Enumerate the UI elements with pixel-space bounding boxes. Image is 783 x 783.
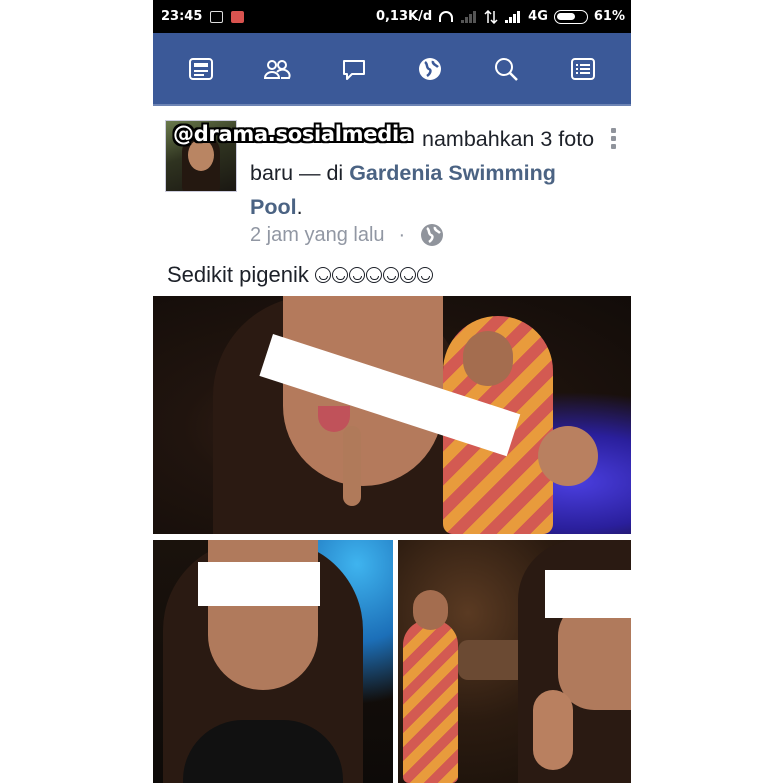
headphones-icon	[439, 10, 454, 22]
dot	[610, 136, 616, 141]
network-speed: 0,13K/d	[375, 9, 433, 24]
dot	[610, 144, 616, 149]
place-suffix: .	[296, 195, 303, 219]
search-tab[interactable]	[486, 49, 526, 89]
post-photo-2[interactable]	[153, 540, 393, 783]
friend-requests-tab[interactable]	[257, 49, 297, 89]
caption-emojis	[314, 267, 433, 283]
globe-icon	[421, 224, 444, 246]
notifications-globe-icon	[419, 57, 442, 80]
menu-icon	[570, 57, 595, 80]
post-options-button[interactable]	[609, 128, 617, 152]
kissing-emoji-icon	[399, 267, 416, 283]
kissing-emoji-icon	[416, 267, 433, 283]
photo-finger	[343, 426, 361, 506]
status-time: 23:45	[161, 9, 203, 24]
post-photo-3[interactable]	[398, 540, 631, 783]
news-feed-icon	[189, 57, 214, 80]
more-menu-tab[interactable]	[563, 49, 603, 89]
photo-face-2	[413, 590, 448, 630]
friends-icon	[264, 59, 292, 79]
post-meta: 2 jam yang lalu ·	[250, 222, 445, 248]
photo-hijab	[403, 620, 458, 783]
photo-hand	[533, 690, 573, 770]
photo-hand	[538, 426, 598, 486]
signal-sim1-icon	[461, 10, 477, 23]
photo-face-2	[463, 331, 513, 386]
messages-tab[interactable]	[334, 49, 374, 89]
battery-percent: 61%	[593, 9, 625, 24]
redaction-bar	[545, 570, 631, 618]
post-photo-1[interactable]	[153, 296, 631, 534]
search-icon	[495, 57, 519, 81]
battery-icon	[553, 9, 588, 24]
messages-icon	[342, 59, 365, 80]
smiling-emoji-icon	[365, 267, 382, 283]
network-type: 4G	[528, 9, 548, 24]
app-notification-icon	[231, 10, 245, 23]
signal-sim2-icon	[505, 10, 521, 23]
status-bar: 23:45 0,13K/d 4G 61%	[153, 0, 631, 33]
kissing-emoji-icon	[382, 267, 399, 283]
notification-icon	[210, 10, 224, 23]
grinning-emoji-icon	[314, 267, 331, 283]
data-transfer-icon	[484, 9, 498, 24]
grinning-emoji-icon	[348, 267, 365, 283]
news-feed-tab[interactable]	[181, 49, 221, 89]
dot	[610, 128, 616, 133]
phone-screen: 23:45 0,13K/d 4G 61% nambahkan 3 foto ba…	[153, 0, 631, 783]
meta-separator: ·	[398, 223, 406, 246]
facebook-navbar	[153, 33, 631, 106]
post-timestamp[interactable]: 2 jam yang lalu	[250, 224, 385, 247]
redaction-bar	[198, 562, 320, 606]
post-caption: Sedikit pigenik	[167, 262, 433, 288]
caption-text: Sedikit pigenik	[167, 262, 309, 287]
watermark-overlay: @drama.sosialmedia	[173, 122, 413, 146]
grinning-emoji-icon	[331, 267, 348, 283]
notifications-tab[interactable]	[410, 49, 450, 89]
